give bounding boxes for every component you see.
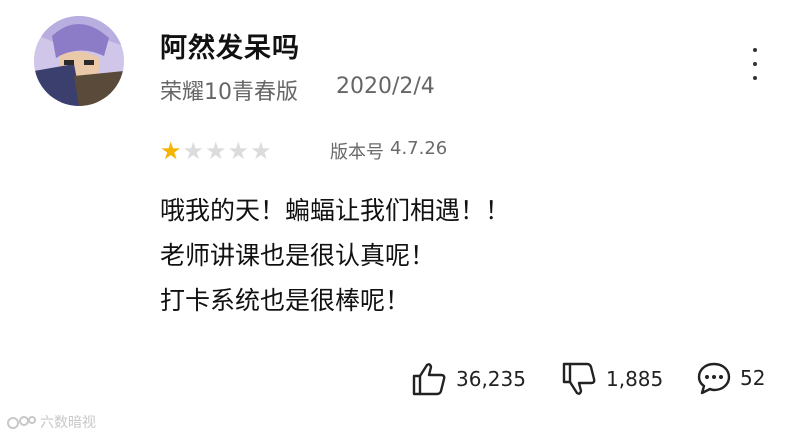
version-label: 版本号: [330, 142, 384, 163]
review-date: 2020/2/4: [336, 74, 435, 99]
avatar[interactable]: [34, 16, 124, 106]
more-vertical-icon: [753, 48, 757, 52]
star-rating-fill: ★★★★★: [160, 139, 183, 163]
thumbs-up-icon: [412, 363, 446, 396]
review-meta: 荣耀10青春版 2020/2/4: [160, 74, 435, 106]
rating-row: ★★★★★ ★★★★★ 版本号 4.7.26: [160, 138, 447, 164]
avatar-image: [34, 16, 124, 106]
comment-count: 52: [740, 366, 766, 390]
dislike-count: 1,885: [606, 367, 664, 391]
device-name: 荣耀10青春版: [160, 80, 298, 105]
star-rating: ★★★★★ ★★★★★: [160, 139, 295, 163]
username[interactable]: 阿然发呆吗: [160, 26, 300, 65]
dislike-button[interactable]: 1,885: [560, 360, 663, 398]
review-line: 打卡系统也是很棒呢！: [160, 286, 411, 315]
thumbs-down-icon: [562, 362, 596, 395]
review-line: 老师讲课也是很认真呢！: [160, 241, 436, 270]
comment-button[interactable]: 52: [696, 360, 765, 396]
version-number: 4.7.26: [390, 138, 448, 159]
version-info: 版本号 4.7.26: [330, 138, 447, 164]
review-actions: 36,235 1,885 52: [410, 360, 780, 400]
more-options-button[interactable]: [745, 46, 765, 82]
watermark: 六数暗视: [6, 412, 96, 432]
review-text: 哦我的天！蝙蝠让我们相遇！！ 老师讲课也是很认真呢！ 打卡系统也是很棒呢！: [160, 188, 510, 323]
like-count: 36,235: [456, 367, 526, 391]
review-line: 哦我的天！蝙蝠让我们相遇！！: [160, 196, 511, 225]
watermark-logo-icon: [7, 416, 36, 429]
like-button[interactable]: 36,235: [410, 360, 526, 398]
comment-bubble-icon: [697, 362, 731, 395]
watermark-text: 六数暗视: [40, 415, 96, 431]
